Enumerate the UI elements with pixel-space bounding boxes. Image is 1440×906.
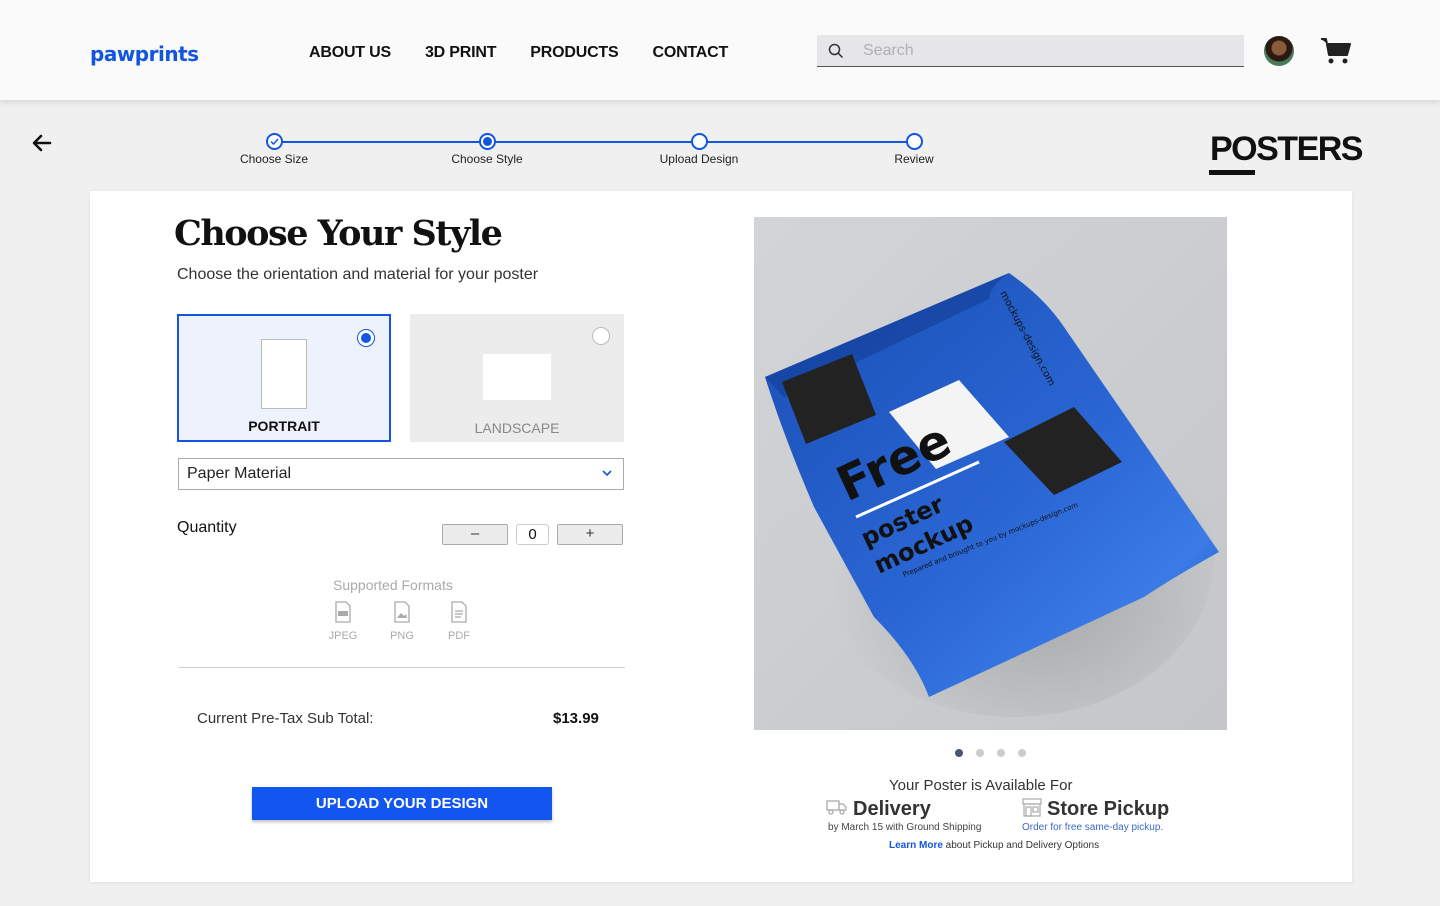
main-card: Choose Your Style Choose the orientation…: [90, 191, 1352, 882]
page-title: POSTERS: [1210, 130, 1363, 168]
step-choose-style[interactable]: Choose Style: [427, 133, 547, 166]
step-label: Choose Style: [451, 152, 523, 166]
step-label: Choose Size: [239, 152, 309, 166]
orientation-landscape-option[interactable]: LANDSCAPE: [410, 314, 624, 442]
png-file-icon: [394, 601, 410, 623]
landscape-paper-icon: [483, 354, 551, 400]
nav-contact[interactable]: CONTACT: [652, 44, 728, 62]
quantity-increment-button[interactable]: +: [557, 524, 623, 545]
main-nav: ABOUT US 3D PRINT PRODUCTS CONTACT: [309, 44, 762, 62]
store-icon: [1022, 798, 1042, 817]
subtotal-label: Current Pre-Tax Sub Total:: [197, 710, 374, 727]
search-icon: [828, 43, 844, 58]
jpeg-file-icon: [335, 601, 351, 623]
delivery-title: Delivery: [853, 798, 931, 820]
portrait-radio[interactable]: [357, 329, 375, 347]
material-select-value: Paper Material: [187, 465, 292, 482]
format-pdf: PDF: [439, 601, 479, 642]
avatar[interactable]: [1264, 36, 1294, 66]
divider: [179, 667, 625, 668]
step-dot: [905, 133, 923, 150]
landscape-radio[interactable]: [592, 327, 610, 345]
carousel-dot[interactable]: [997, 749, 1005, 757]
delivery-truck-icon: [826, 800, 847, 815]
poster-mockup-graphic: Free poster mockup Prepared and brought …: [765, 273, 1219, 717]
chevron-down-icon: [602, 470, 612, 477]
poster-preview-image: Free poster mockup Prepared and brought …: [754, 217, 1227, 730]
step-current-dot: [478, 133, 496, 150]
learn-more-link[interactable]: Learn More: [889, 840, 943, 851]
nav-products[interactable]: PRODUCTS: [530, 44, 618, 62]
carousel-dot[interactable]: [976, 749, 984, 757]
carousel-dots: [955, 749, 1026, 757]
nav-3d-print[interactable]: 3D PRINT: [425, 44, 497, 62]
portrait-label: PORTRAIT: [248, 418, 320, 434]
step-label: Upload Design: [659, 152, 739, 166]
pickup-title: Store Pickup: [1047, 798, 1170, 820]
step-review[interactable]: Review: [854, 133, 974, 166]
nav-about-us[interactable]: ABOUT US: [309, 44, 391, 62]
quantity-value[interactable]: 0: [516, 524, 549, 545]
format-png: PNG: [382, 601, 422, 642]
stepper-track: [274, 141, 914, 143]
landscape-label: LANDSCAPE: [474, 420, 560, 436]
upload-design-button[interactable]: UPLOAD YOUR DESIGN: [252, 787, 552, 820]
pdf-file-icon: [451, 601, 467, 623]
carousel-dot[interactable]: [955, 749, 963, 757]
formats-title: Supported Formats: [333, 577, 453, 593]
orientation-portrait-option[interactable]: PORTRAIT: [177, 314, 391, 442]
page-title-underline: [1209, 170, 1255, 175]
search-input[interactable]: [863, 41, 1223, 60]
step-label: Review: [894, 152, 934, 166]
format-jpeg: JPEG: [323, 601, 363, 642]
learn-more-rest: about Pickup and Delivery Options: [942, 840, 1100, 851]
availability-title: Your Poster is Available For: [889, 777, 1073, 794]
subtotal-value: $13.99: [553, 710, 599, 727]
learn-more-line: Learn More about Pickup and Delivery Opt…: [889, 840, 1099, 851]
cart-icon[interactable]: [1320, 37, 1352, 65]
quantity-label: Quantity: [177, 519, 237, 536]
step-upload-design[interactable]: Upload Design: [639, 133, 759, 166]
delivery-subtitle: by March 15 with Ground Shipping: [828, 822, 982, 833]
pickup-subtitle: Order for free same-day pickup.: [1022, 822, 1164, 833]
portrait-paper-icon: [261, 339, 307, 409]
step-dot: [690, 133, 708, 150]
carousel-dot[interactable]: [1018, 749, 1026, 757]
quantity-decrement-button[interactable]: –: [442, 524, 508, 545]
logo[interactable]: pawprints: [90, 42, 199, 66]
section-subheading: Choose the orientation and material for …: [177, 266, 539, 283]
material-select[interactable]: Paper Material: [178, 458, 624, 490]
section-heading: Choose Your Style: [174, 213, 503, 254]
site-header: pawprints ABOUT US 3D PRINT PRODUCTS CON…: [0, 0, 1440, 100]
search-bar: [817, 35, 1244, 67]
step-check-icon: [265, 133, 283, 150]
step-choose-size[interactable]: Choose Size: [214, 133, 334, 166]
back-arrow-icon[interactable]: [30, 131, 54, 155]
